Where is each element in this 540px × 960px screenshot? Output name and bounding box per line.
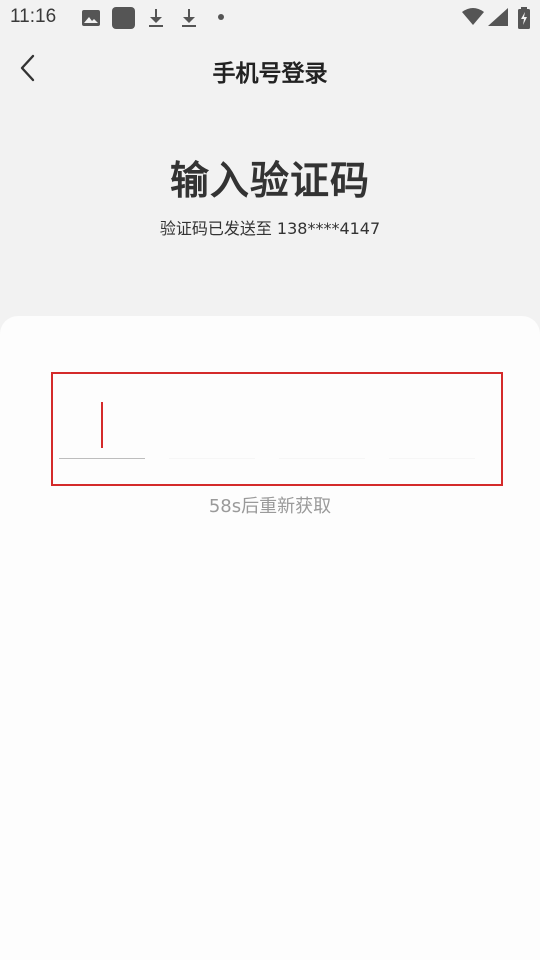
- code-digit-slot[interactable]: [169, 398, 255, 459]
- code-digit-slot[interactable]: [279, 398, 365, 459]
- signal-icon: [488, 8, 508, 30]
- code-digit-slot[interactable]: [59, 398, 145, 459]
- verification-subtitle: 验证码已发送至 138****4147: [159, 219, 381, 238]
- battery-icon: [518, 7, 530, 33]
- app-square-icon: [112, 7, 135, 29]
- download-icon: [180, 8, 198, 32]
- image-icon: [82, 10, 100, 30]
- status-bar: 11:16: [0, 0, 540, 36]
- code-digit-slot[interactable]: [389, 398, 475, 459]
- dot-icon: [218, 14, 224, 20]
- status-time: 11:16: [10, 6, 57, 27]
- resend-countdown: 58s后重新获取: [208, 496, 332, 517]
- header: 手机号登录: [0, 40, 540, 100]
- verification-code-input[interactable]: [51, 372, 503, 486]
- input-caret: [101, 402, 103, 448]
- download-icon: [147, 8, 165, 32]
- page-title: 手机号登录: [212, 61, 328, 87]
- wifi-icon: [462, 8, 484, 30]
- verification-title: 输入验证码: [169, 159, 370, 204]
